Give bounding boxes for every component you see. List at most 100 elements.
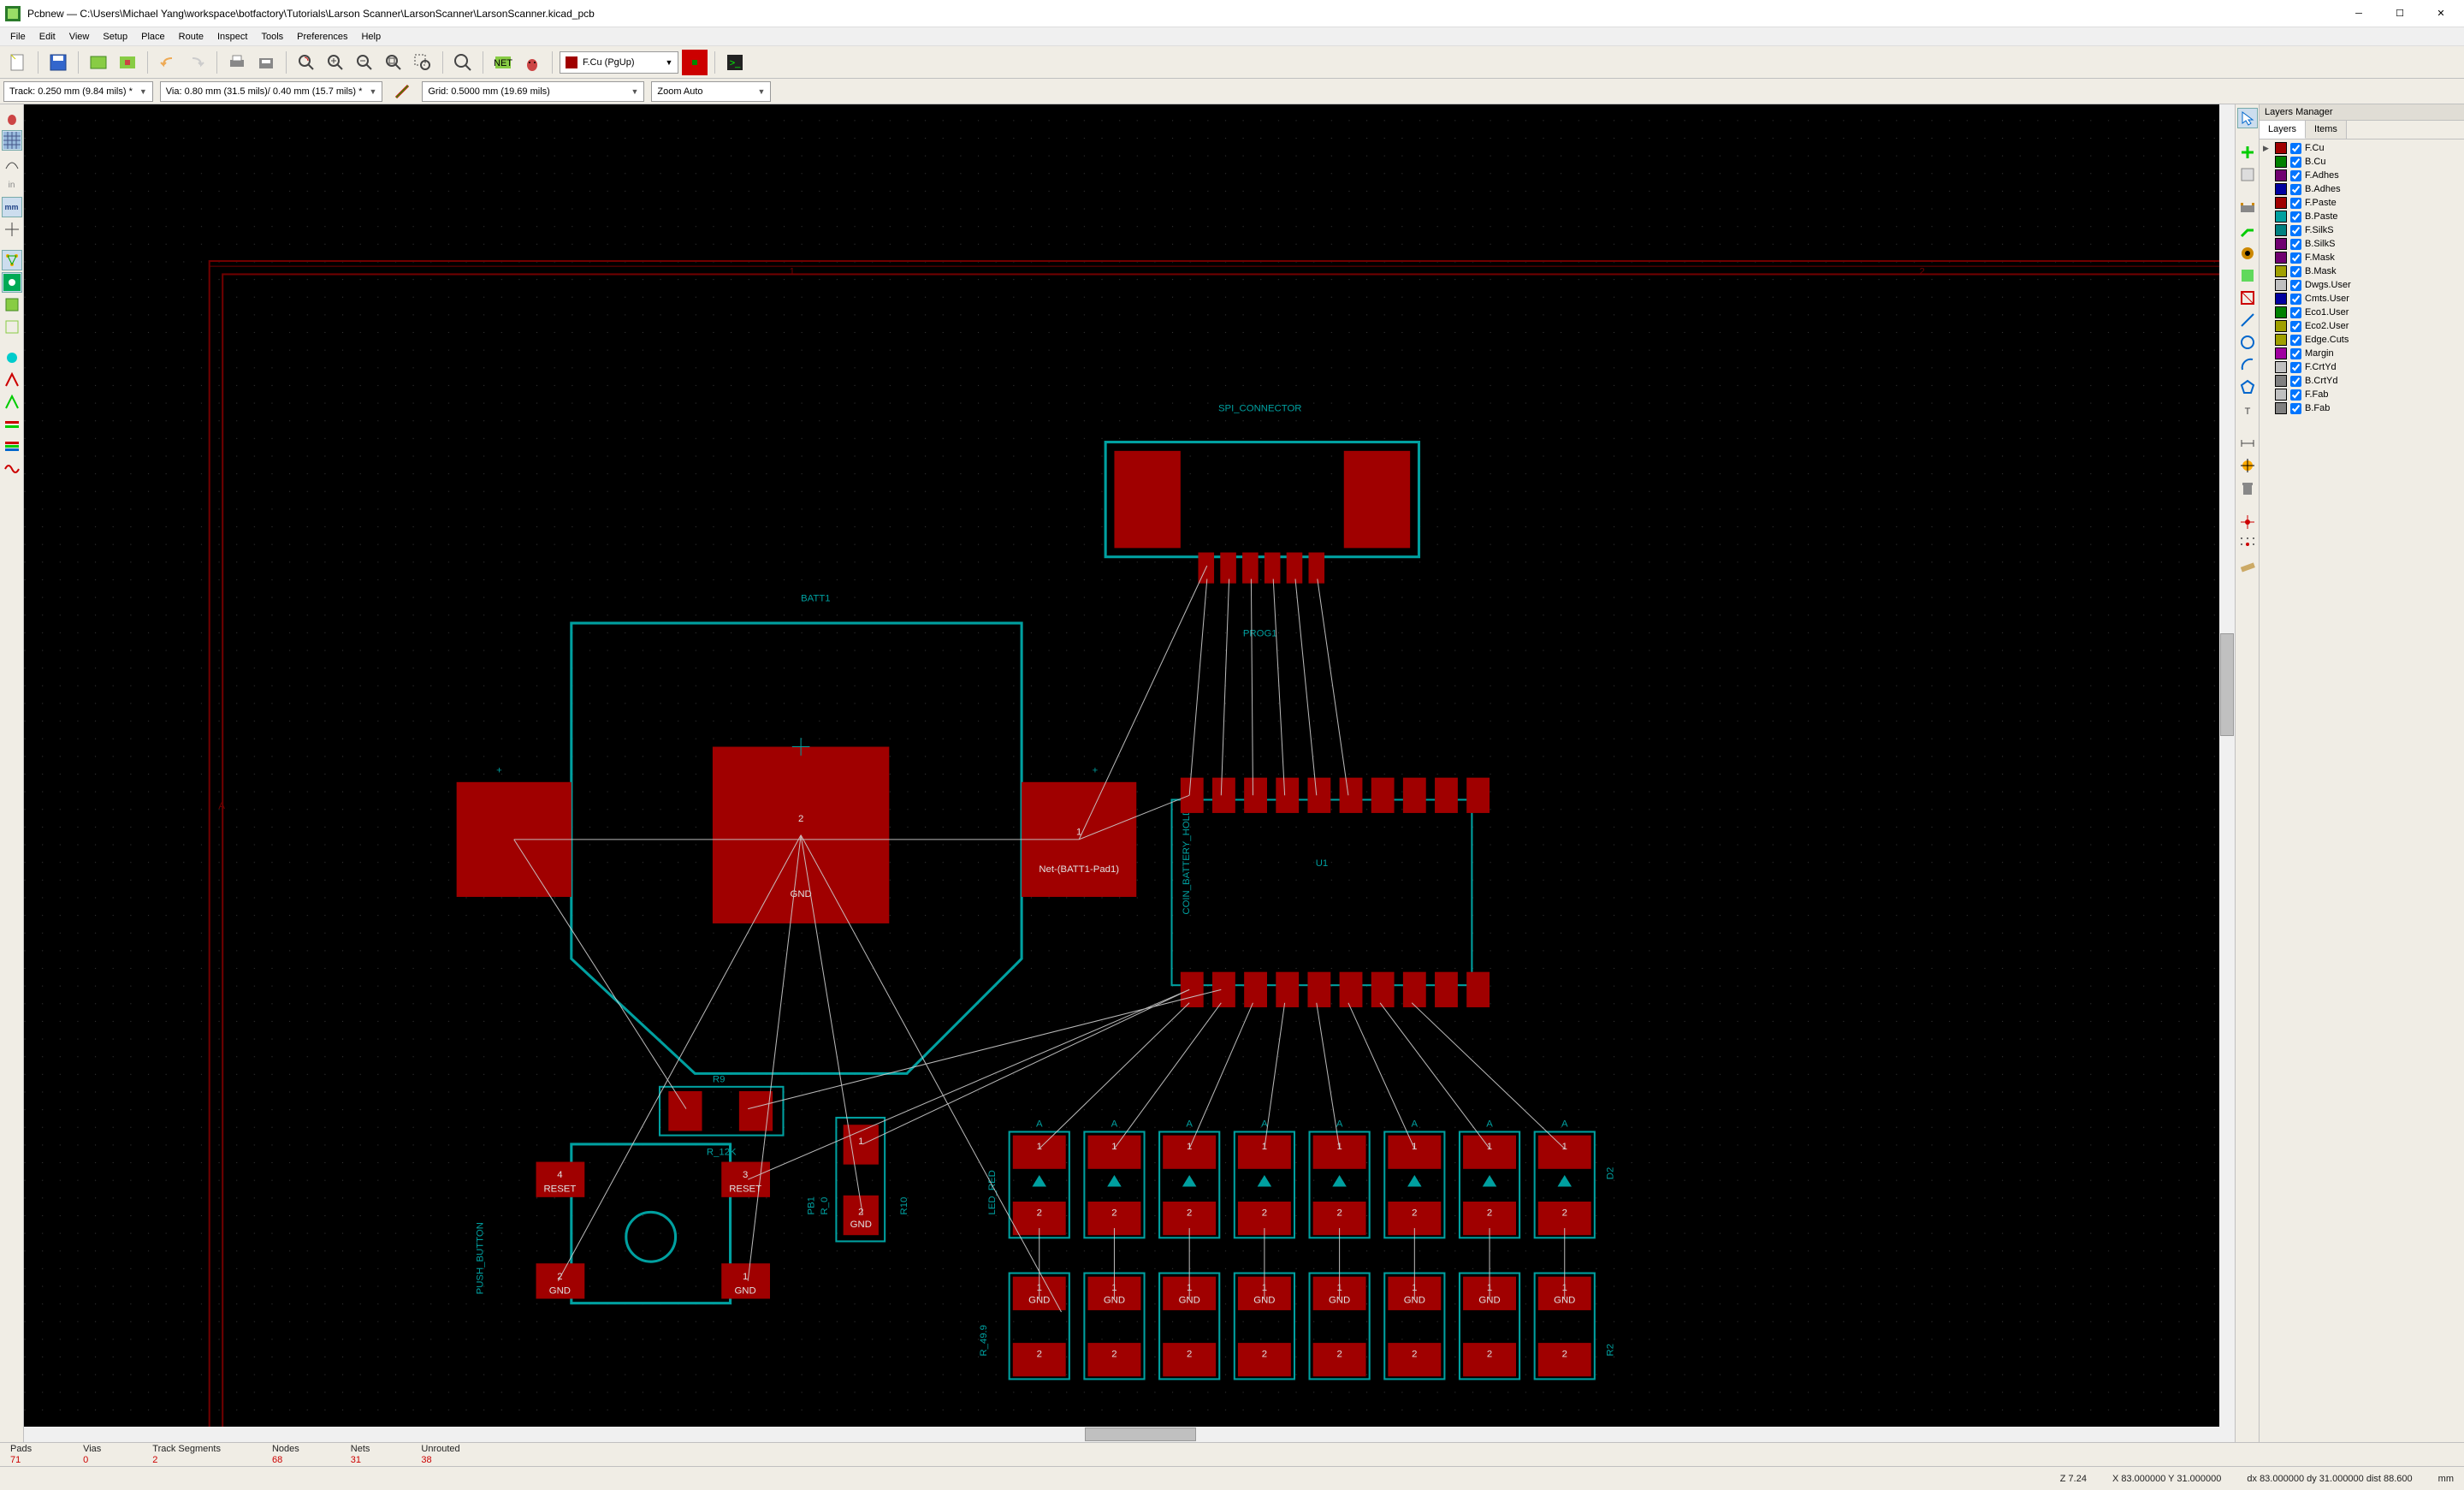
vias-sketch[interactable]: [2, 370, 22, 390]
cursor-shape[interactable]: [2, 219, 22, 240]
tracks-sketch[interactable]: [2, 392, 22, 413]
layer-visibility-checkbox[interactable]: [2290, 389, 2301, 401]
layers-stackup[interactable]: [2, 436, 22, 457]
layer-row-F.Fab[interactable]: F.Fab: [2261, 388, 2462, 401]
menu-inspect[interactable]: Inspect: [210, 30, 254, 44]
delete-tool[interactable]: [2237, 478, 2258, 498]
new-button[interactable]: [5, 50, 31, 75]
set-origin-tool[interactable]: [2237, 512, 2258, 532]
layer-visibility-checkbox[interactable]: [2290, 211, 2301, 223]
layer-row-B.Fab[interactable]: B.Fab: [2261, 401, 2462, 415]
layer-row-B.Cu[interactable]: B.Cu: [2261, 155, 2462, 169]
canvas-vscroll[interactable]: [2219, 104, 2235, 1427]
board-settings-button[interactable]: [86, 50, 111, 75]
highlight-net-tool[interactable]: [2237, 142, 2258, 163]
menu-view[interactable]: View: [62, 30, 97, 44]
measure-tool[interactable]: [2237, 556, 2258, 577]
layer-visibility-checkbox[interactable]: [2290, 403, 2301, 414]
tab-layers[interactable]: Layers: [2260, 121, 2306, 139]
ratsnest-toggle[interactable]: [2, 250, 22, 270]
layer-row-B.Mask[interactable]: B.Mask: [2261, 264, 2462, 278]
menu-place[interactable]: Place: [134, 30, 172, 44]
layer-visibility-checkbox[interactable]: [2290, 239, 2301, 250]
layer-row-F.Paste[interactable]: F.Paste: [2261, 196, 2462, 210]
layer-row-Dwgs.User[interactable]: Dwgs.User: [2261, 278, 2462, 292]
layer-row-B.Adhes[interactable]: B.Adhes: [2261, 182, 2462, 196]
menu-route[interactable]: Route: [172, 30, 210, 44]
layer-visibility-checkbox[interactable]: [2290, 184, 2301, 195]
undo-button[interactable]: [155, 50, 181, 75]
layer-row-F.SilkS[interactable]: F.SilkS: [2261, 223, 2462, 237]
layer-row-Eco2.User[interactable]: Eco2.User: [2261, 319, 2462, 333]
canvas-hscroll[interactable]: [24, 1427, 2235, 1442]
layer-visibility-checkbox[interactable]: [2290, 321, 2301, 332]
maximize-button[interactable]: ☐: [2380, 2, 2420, 26]
layer-visibility-checkbox[interactable]: [2290, 376, 2301, 387]
select-tool[interactable]: [2237, 108, 2258, 128]
local-ratsnest-tool[interactable]: [2237, 164, 2258, 185]
grid-toggle[interactable]: [2, 130, 22, 151]
layer-visibility-checkbox[interactable]: [2290, 198, 2301, 209]
layer-list[interactable]: ▶F.CuB.CuF.AdhesB.AdhesF.PasteB.PasteF.S…: [2260, 140, 2464, 1442]
layer-visibility-checkbox[interactable]: [2290, 307, 2301, 318]
zoom-fit-button[interactable]: [381, 50, 406, 75]
layer-row-Edge.Cuts[interactable]: Edge.Cuts: [2261, 333, 2462, 347]
layer-selector[interactable]: F.Cu (PgUp) ▼: [560, 51, 678, 74]
layer-visibility-checkbox[interactable]: [2290, 280, 2301, 291]
zones-toggle[interactable]: [2, 294, 22, 315]
menu-edit[interactable]: Edit: [33, 30, 62, 44]
zoom-in-button[interactable]: [323, 50, 348, 75]
add-zone-tool[interactable]: [2237, 265, 2258, 286]
layer-visibility-checkbox[interactable]: [2290, 294, 2301, 305]
layer-visibility-checkbox[interactable]: [2290, 335, 2301, 346]
pads-sketch[interactable]: [2, 347, 22, 368]
draw-circle-tool[interactable]: [2237, 332, 2258, 353]
zones-outline[interactable]: [2, 317, 22, 337]
scripting-button[interactable]: >_: [722, 50, 748, 75]
find-button[interactable]: [450, 50, 476, 75]
layer-pair-button[interactable]: [682, 50, 708, 75]
drc-button[interactable]: [519, 50, 545, 75]
draw-line-tool[interactable]: [2237, 310, 2258, 330]
close-button[interactable]: ✕: [2421, 2, 2461, 26]
draw-polygon-tool[interactable]: [2237, 377, 2258, 397]
units-mm[interactable]: mm: [2, 197, 22, 217]
layer-row-Eco1.User[interactable]: Eco1.User: [2261, 306, 2462, 319]
layer-row-F.Cu[interactable]: ▶F.Cu: [2261, 141, 2462, 155]
draw-arc-tool[interactable]: [2237, 354, 2258, 375]
layer-visibility-checkbox[interactable]: [2290, 143, 2301, 154]
add-dimension-tool[interactable]: [2237, 433, 2258, 454]
zoom-redraw-button[interactable]: [293, 50, 319, 75]
module-editor-button[interactable]: [115, 50, 140, 75]
layer-row-B.Paste[interactable]: B.Paste: [2261, 210, 2462, 223]
layer-row-F.Adhes[interactable]: F.Adhes: [2261, 169, 2462, 182]
layer-visibility-checkbox[interactable]: [2290, 348, 2301, 359]
layer-row-Margin[interactable]: Margin: [2261, 347, 2462, 360]
layer-row-B.CrtYd[interactable]: B.CrtYd: [2261, 374, 2462, 388]
layer-visibility-checkbox[interactable]: [2290, 362, 2301, 373]
menu-file[interactable]: File: [3, 30, 33, 44]
add-target-tool[interactable]: [2237, 455, 2258, 476]
track-width-selector[interactable]: Track: 0.250 mm (9.84 mils) *▼: [3, 81, 153, 102]
zoom-selection-button[interactable]: [410, 50, 435, 75]
layer-visibility-checkbox[interactable]: [2290, 252, 2301, 264]
layer-visibility-checkbox[interactable]: [2290, 170, 2301, 181]
menu-preferences[interactable]: Preferences: [290, 30, 354, 44]
via-size-selector[interactable]: Via: 0.80 mm (31.5 mils)/ 0.40 mm (15.7 …: [160, 81, 383, 102]
plot-button[interactable]: [253, 50, 279, 75]
layer-row-Cmts.User[interactable]: Cmts.User: [2261, 292, 2462, 306]
minimize-button[interactable]: ─: [2339, 2, 2378, 26]
add-text-tool[interactable]: T: [2237, 399, 2258, 419]
pcb-canvas[interactable]: 1 2 A BATT1 + 2 GND + 1 Net-(BATT1-Pad1)…: [24, 104, 2235, 1442]
redo-button[interactable]: [184, 50, 210, 75]
print-button[interactable]: [224, 50, 250, 75]
grid-selector[interactable]: Grid: 0.5000 mm (19.69 mils)▼: [422, 81, 644, 102]
save-button[interactable]: [45, 50, 71, 75]
drc-off-icon[interactable]: [2, 108, 22, 128]
auto-track-button[interactable]: [389, 79, 415, 104]
units-in[interactable]: in: [2, 175, 22, 195]
tab-items[interactable]: Items: [2306, 121, 2347, 139]
add-keepout-tool[interactable]: [2237, 288, 2258, 308]
layer-visibility-checkbox[interactable]: [2290, 225, 2301, 236]
layer-row-F.Mask[interactable]: F.Mask: [2261, 251, 2462, 264]
